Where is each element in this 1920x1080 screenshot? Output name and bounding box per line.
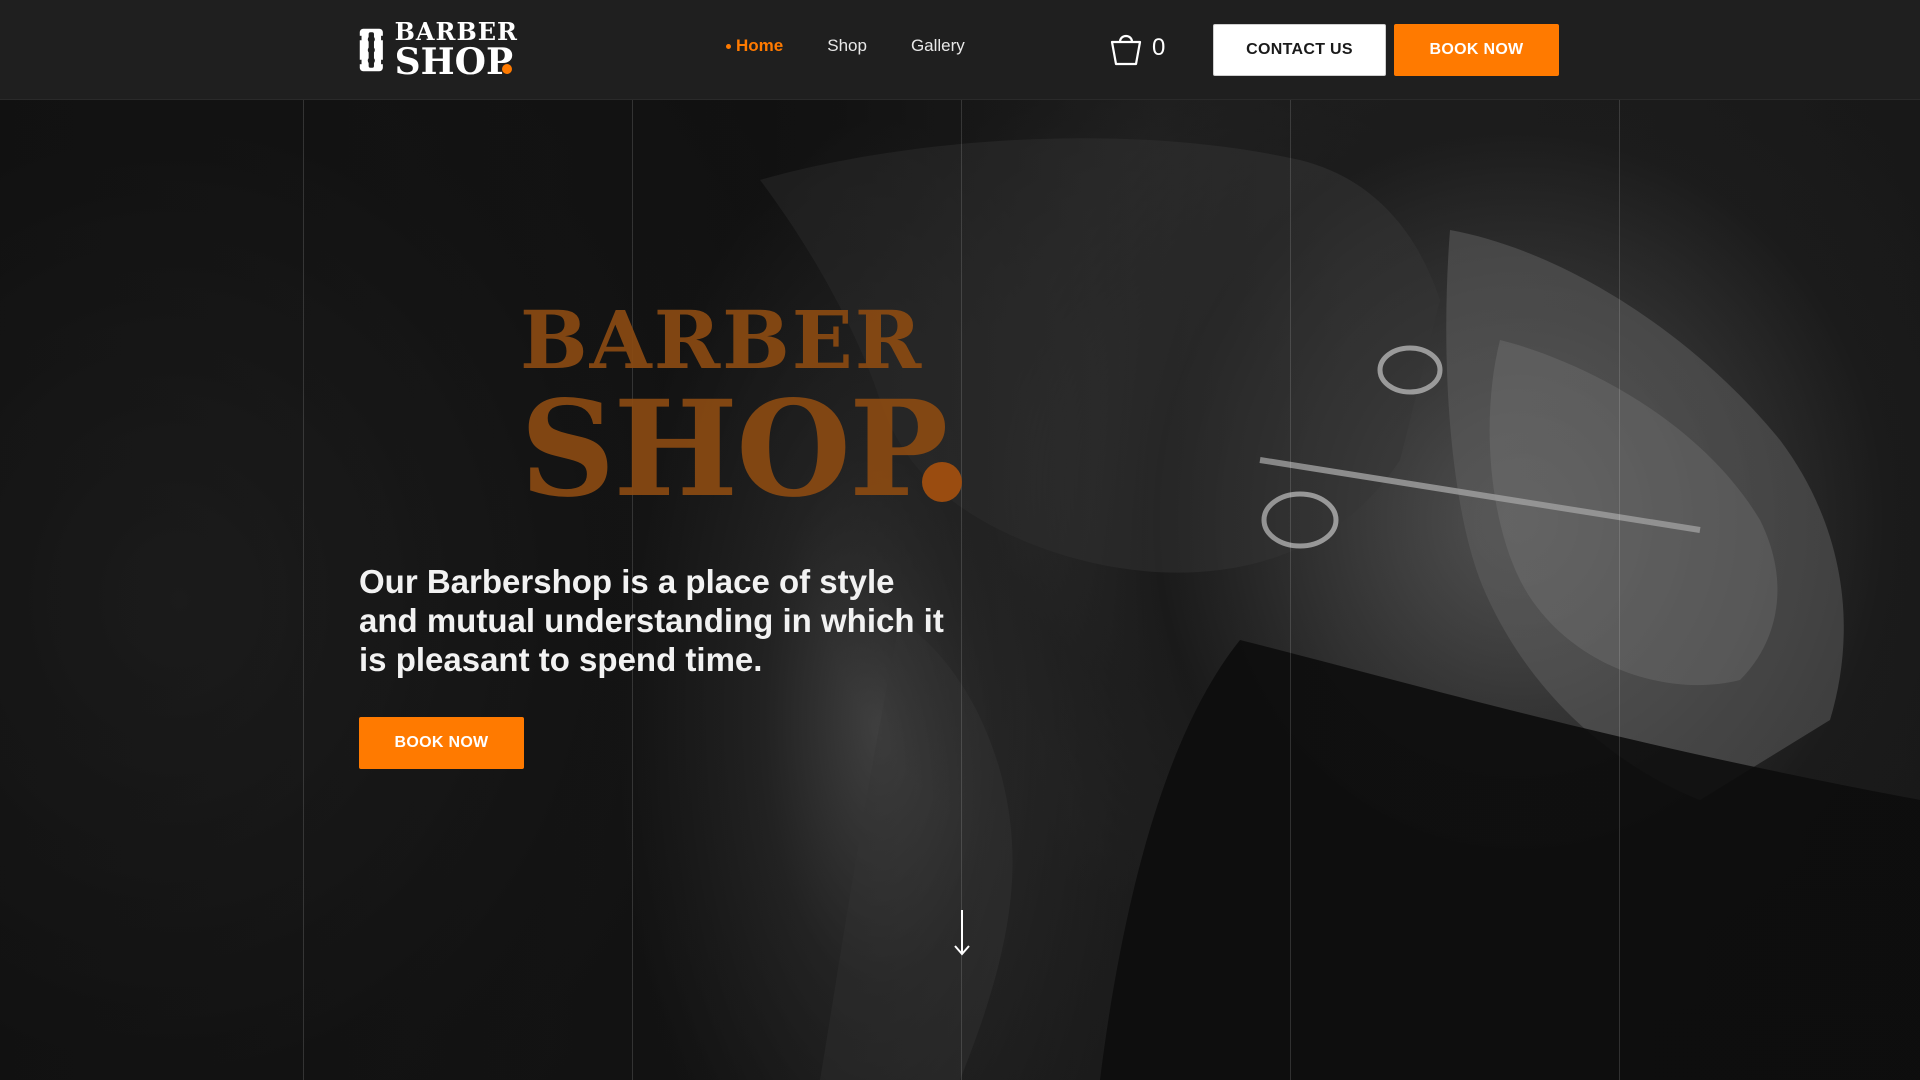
main-nav: Home Shop Gallery: [726, 36, 1009, 56]
hero-section: BARBER SHOP Our Barbershop is a place of…: [0, 100, 1920, 1080]
razor-blade-icon: [358, 28, 385, 72]
cart-button[interactable]: 0: [1106, 28, 1165, 68]
nav-item-gallery[interactable]: Gallery: [911, 36, 965, 56]
grid-line: [303, 100, 304, 1080]
nav-item-label: Shop: [827, 36, 867, 55]
hero-logo-dot: [922, 462, 962, 502]
grid-line: [1290, 100, 1291, 1080]
nav-item-label: Home: [736, 36, 784, 55]
hero-book-now-button[interactable]: BOOK NOW: [359, 717, 524, 769]
grid-line: [1619, 100, 1620, 1080]
hero-logo-line-shop: SHOP: [520, 372, 948, 527]
nav-item-home[interactable]: Home: [726, 36, 783, 56]
hero-logo-line-barber: BARBER: [520, 293, 924, 387]
logo-dot: [502, 64, 512, 74]
hero-tagline: Our Barbershop is a place of style and m…: [359, 563, 944, 678]
site-logo[interactable]: BARBER SHOP: [358, 20, 518, 83]
arrow-down-icon[interactable]: [950, 908, 974, 958]
site-header: BARBER SHOP Home Shop Gallery 0 CONTACT …: [0, 0, 1920, 100]
shopping-basket-icon: [1110, 34, 1142, 66]
logo-line-shop: SHOP: [394, 41, 514, 83]
contact-us-button[interactable]: CONTACT US: [1213, 24, 1386, 76]
nav-item-shop[interactable]: Shop: [827, 36, 867, 56]
active-bullet-icon: [726, 43, 731, 49]
logo-wordmark: BARBER SHOP: [394, 20, 518, 83]
cart-count: 0: [1152, 34, 1166, 61]
nav-item-label: Gallery: [910, 36, 965, 55]
book-now-button[interactable]: BOOK NOW: [1394, 24, 1559, 76]
hero-logo: BARBER SHOP: [520, 293, 948, 527]
